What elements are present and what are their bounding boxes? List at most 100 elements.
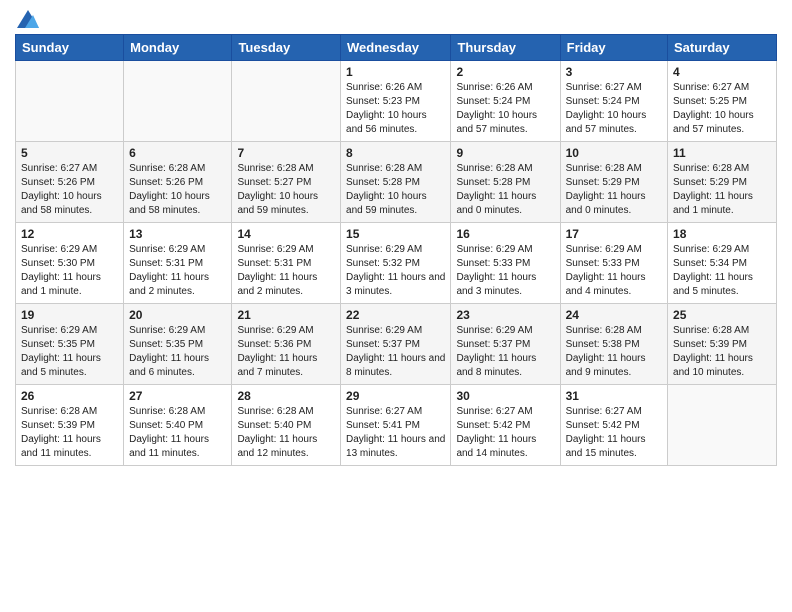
calendar-header-wednesday: Wednesday xyxy=(341,35,451,61)
calendar-cell xyxy=(668,385,777,466)
day-info: Sunrise: 6:28 AM Sunset: 5:27 PM Dayligh… xyxy=(237,162,335,218)
calendar-cell: 10Sunrise: 6:28 AM Sunset: 5:29 PM Dayli… xyxy=(560,142,667,223)
calendar-header-monday: Monday xyxy=(124,35,232,61)
day-info: Sunrise: 6:28 AM Sunset: 5:39 PM Dayligh… xyxy=(21,405,118,461)
calendar-cell: 8 Sunrise: 6:28 AM Sunset: 5:28 PM Daylig… xyxy=(341,142,451,223)
day-number: 26 xyxy=(21,389,118,403)
day-number: 23 xyxy=(456,308,554,322)
page: SundayMondayTuesdayWednesdayThursdayFrid… xyxy=(0,0,792,612)
day-number: 13 xyxy=(129,227,226,241)
calendar-cell: 22Sunrise: 6:29 AM Sunset: 5:37 PM Dayli… xyxy=(341,304,451,385)
day-number: 12 xyxy=(21,227,118,241)
calendar-cell: 3 Sunrise: 6:27 AM Sunset: 5:24 PM Daylig… xyxy=(560,61,667,142)
day-number: 28 xyxy=(237,389,335,403)
day-number: 20 xyxy=(129,308,226,322)
day-info: Sunrise: 6:28 AM Sunset: 5:38 PM Dayligh… xyxy=(566,324,662,380)
calendar-cell: 16 Sunrise: 6:29 AM Sunset: 5:33 PM Dayli… xyxy=(451,223,560,304)
calendar-header-sunday: Sunday xyxy=(16,35,124,61)
calendar-week-4: 19 Sunrise: 6:29 AM Sunset: 5:35 PM Dayli… xyxy=(16,304,777,385)
day-number: 14 xyxy=(237,227,335,241)
day-number: 1 xyxy=(346,65,445,79)
calendar-cell: 17 Sunrise: 6:29 AM Sunset: 5:33 PM Dayli… xyxy=(560,223,667,304)
calendar-cell: 18Sunrise: 6:29 AM Sunset: 5:34 PM Dayli… xyxy=(668,223,777,304)
calendar-cell: 7 Sunrise: 6:28 AM Sunset: 5:27 PM Daylig… xyxy=(232,142,341,223)
day-info: Sunrise: 6:28 AM Sunset: 5:40 PM Dayligh… xyxy=(237,405,335,461)
calendar-week-5: 26 Sunrise: 6:28 AM Sunset: 5:39 PM Dayli… xyxy=(16,385,777,466)
calendar-cell: 13Sunrise: 6:29 AM Sunset: 5:31 PM Dayli… xyxy=(124,223,232,304)
day-number: 7 xyxy=(237,146,335,160)
calendar-cell xyxy=(232,61,341,142)
day-info: Sunrise: 6:29 AM Sunset: 5:35 PM Dayligh… xyxy=(129,324,226,380)
day-info: Sunrise: 6:27 AM Sunset: 5:24 PM Dayligh… xyxy=(566,81,662,137)
day-number: 6 xyxy=(129,146,226,160)
day-number: 30 xyxy=(456,389,554,403)
calendar-cell: 21 Sunrise: 6:29 AM Sunset: 5:36 PM Dayli… xyxy=(232,304,341,385)
day-info: Sunrise: 6:29 AM Sunset: 5:31 PM Dayligh… xyxy=(237,243,335,299)
calendar-header-row: SundayMondayTuesdayWednesdayThursdayFrid… xyxy=(16,35,777,61)
calendar-cell: 9Sunrise: 6:28 AM Sunset: 5:28 PM Daylig… xyxy=(451,142,560,223)
day-number: 2 xyxy=(456,65,554,79)
day-info: Sunrise: 6:28 AM Sunset: 5:28 PM Dayligh… xyxy=(346,162,445,218)
day-info: Sunrise: 6:29 AM Sunset: 5:32 PM Dayligh… xyxy=(346,243,445,299)
calendar-cell: 24 Sunrise: 6:28 AM Sunset: 5:38 PM Dayli… xyxy=(560,304,667,385)
day-number: 8 xyxy=(346,146,445,160)
calendar-cell: 31Sunrise: 6:27 AM Sunset: 5:42 PM Dayli… xyxy=(560,385,667,466)
calendar-cell: 4Sunrise: 6:27 AM Sunset: 5:25 PM Daylig… xyxy=(668,61,777,142)
day-number: 17 xyxy=(566,227,662,241)
calendar-cell: 25Sunrise: 6:28 AM Sunset: 5:39 PM Dayli… xyxy=(668,304,777,385)
calendar-cell: 30Sunrise: 6:27 AM Sunset: 5:42 PM Dayli… xyxy=(451,385,560,466)
calendar-cell: 14 Sunrise: 6:29 AM Sunset: 5:31 PM Dayli… xyxy=(232,223,341,304)
calendar-table: SundayMondayTuesdayWednesdayThursdayFrid… xyxy=(15,34,777,466)
day-number: 22 xyxy=(346,308,445,322)
day-info: Sunrise: 6:26 AM Sunset: 5:24 PM Dayligh… xyxy=(456,81,554,137)
day-info: Sunrise: 6:27 AM Sunset: 5:41 PM Dayligh… xyxy=(346,405,445,461)
calendar-week-1: 1 Sunrise: 6:26 AM Sunset: 5:23 PM Daylig… xyxy=(16,61,777,142)
calendar-cell: 11 Sunrise: 6:28 AM Sunset: 5:29 PM Dayli… xyxy=(668,142,777,223)
calendar-cell: 19 Sunrise: 6:29 AM Sunset: 5:35 PM Dayli… xyxy=(16,304,124,385)
day-number: 16 xyxy=(456,227,554,241)
calendar-cell: 2 Sunrise: 6:26 AM Sunset: 5:24 PM Daylig… xyxy=(451,61,560,142)
day-number: 27 xyxy=(129,389,226,403)
calendar-cell: 5 Sunrise: 6:27 AM Sunset: 5:26 PM Daylig… xyxy=(16,142,124,223)
day-info: Sunrise: 6:28 AM Sunset: 5:39 PM Dayligh… xyxy=(673,324,771,380)
day-info: Sunrise: 6:29 AM Sunset: 5:30 PM Dayligh… xyxy=(21,243,118,299)
day-info: Sunrise: 6:27 AM Sunset: 5:26 PM Dayligh… xyxy=(21,162,118,218)
day-info: Sunrise: 6:29 AM Sunset: 5:37 PM Dayligh… xyxy=(456,324,554,380)
calendar-header-tuesday: Tuesday xyxy=(232,35,341,61)
calendar-cell: 20 Sunrise: 6:29 AM Sunset: 5:35 PM Dayli… xyxy=(124,304,232,385)
calendar-cell: 29 Sunrise: 6:27 AM Sunset: 5:41 PM Dayli… xyxy=(341,385,451,466)
calendar-cell xyxy=(16,61,124,142)
header xyxy=(15,10,777,26)
calendar-week-3: 12 Sunrise: 6:29 AM Sunset: 5:30 PM Dayli… xyxy=(16,223,777,304)
day-info: Sunrise: 6:29 AM Sunset: 5:33 PM Dayligh… xyxy=(566,243,662,299)
calendar-cell: 27Sunrise: 6:28 AM Sunset: 5:40 PM Dayli… xyxy=(124,385,232,466)
day-info: Sunrise: 6:28 AM Sunset: 5:29 PM Dayligh… xyxy=(673,162,771,218)
day-info: Sunrise: 6:26 AM Sunset: 5:23 PM Dayligh… xyxy=(346,81,445,137)
calendar-week-2: 5 Sunrise: 6:27 AM Sunset: 5:26 PM Daylig… xyxy=(16,142,777,223)
logo xyxy=(15,10,39,26)
day-number: 10 xyxy=(566,146,662,160)
day-number: 3 xyxy=(566,65,662,79)
calendar-cell: 28 Sunrise: 6:28 AM Sunset: 5:40 PM Dayli… xyxy=(232,385,341,466)
calendar-cell: 6Sunrise: 6:28 AM Sunset: 5:26 PM Daylig… xyxy=(124,142,232,223)
day-number: 29 xyxy=(346,389,445,403)
logo-icon xyxy=(17,10,39,28)
day-number: 15 xyxy=(346,227,445,241)
day-number: 24 xyxy=(566,308,662,322)
calendar-cell: 1 Sunrise: 6:26 AM Sunset: 5:23 PM Daylig… xyxy=(341,61,451,142)
day-number: 9 xyxy=(456,146,554,160)
day-number: 19 xyxy=(21,308,118,322)
calendar-header-friday: Friday xyxy=(560,35,667,61)
day-info: Sunrise: 6:29 AM Sunset: 5:35 PM Dayligh… xyxy=(21,324,118,380)
calendar-cell: 26 Sunrise: 6:28 AM Sunset: 5:39 PM Dayli… xyxy=(16,385,124,466)
day-number: 4 xyxy=(673,65,771,79)
calendar-header-saturday: Saturday xyxy=(668,35,777,61)
day-number: 21 xyxy=(237,308,335,322)
day-number: 11 xyxy=(673,146,771,160)
calendar-cell xyxy=(124,61,232,142)
calendar-cell: 15 Sunrise: 6:29 AM Sunset: 5:32 PM Dayli… xyxy=(341,223,451,304)
day-number: 5 xyxy=(21,146,118,160)
day-info: Sunrise: 6:29 AM Sunset: 5:34 PM Dayligh… xyxy=(673,243,771,299)
day-info: Sunrise: 6:29 AM Sunset: 5:33 PM Dayligh… xyxy=(456,243,554,299)
day-info: Sunrise: 6:29 AM Sunset: 5:36 PM Dayligh… xyxy=(237,324,335,380)
